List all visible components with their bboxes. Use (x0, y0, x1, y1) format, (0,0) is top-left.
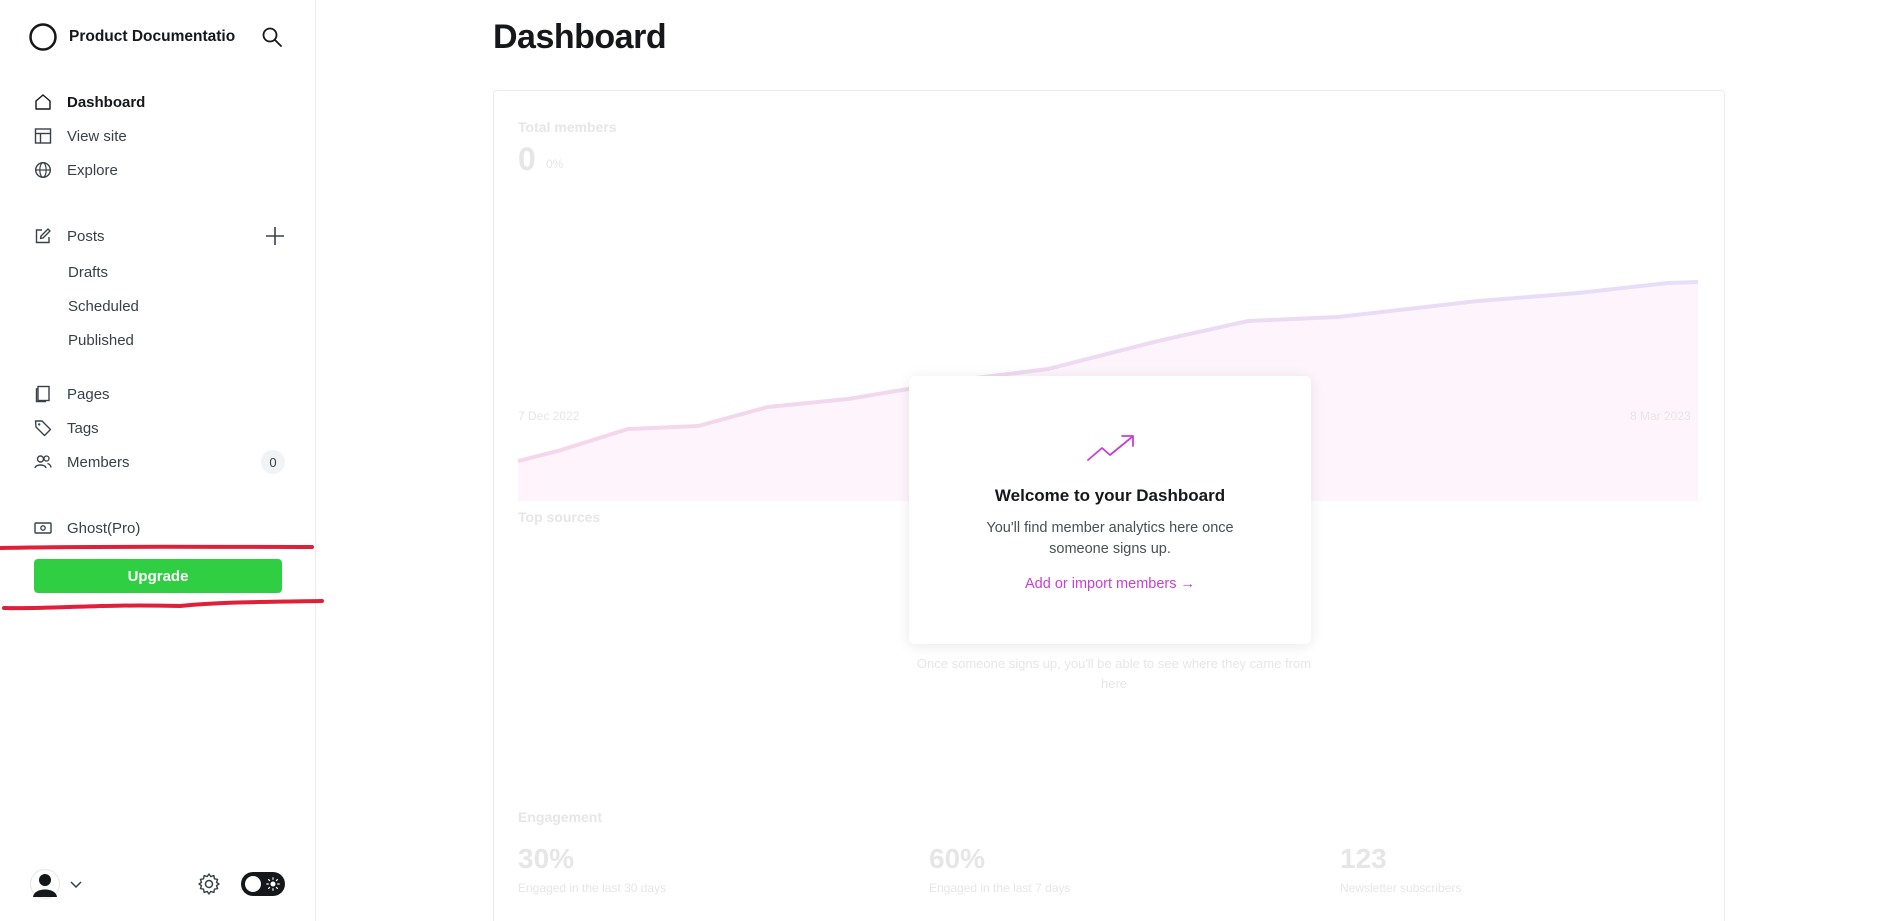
nav-members[interactable]: Members (33, 447, 130, 477)
nav-dashboard-label: Dashboard (67, 93, 146, 111)
site-brand[interactable]: Product Documentatio (28, 22, 239, 52)
tag-icon (33, 418, 53, 438)
chart-date-end: 8 Mar 2023 (1630, 409, 1691, 423)
add-post-plus-icon[interactable] (264, 225, 286, 247)
nav-posts-label: Posts (67, 227, 105, 245)
nav-view-site-label: View site (67, 127, 127, 145)
members-icon (33, 452, 53, 472)
nav-posts[interactable]: Posts (33, 221, 105, 251)
welcome-card: Welcome to your Dashboard You'll find me… (909, 376, 1311, 644)
nav-explore[interactable]: Explore (33, 155, 118, 185)
edit-icon (33, 226, 53, 246)
engagement-label: Engagement (518, 809, 603, 825)
chart-date-start: 7 Dec 2022 (518, 409, 580, 423)
add-import-members-link[interactable]: Add or import members → (909, 576, 1311, 592)
nav-published[interactable]: Published (68, 327, 134, 353)
globe-icon (33, 160, 53, 180)
welcome-title: Welcome to your Dashboard (994, 486, 1226, 505)
toggle-knob (245, 876, 261, 892)
page-icon (33, 384, 53, 404)
nav-dashboard[interactable]: Dashboard (33, 87, 145, 117)
total-members-change: 0% (546, 157, 564, 171)
top-sources-label: Top sources (518, 509, 601, 525)
metric-caption: Newsletter subscribers (1340, 881, 1462, 895)
metric-value: 30% (518, 843, 575, 874)
nav-view-site[interactable]: View site (33, 121, 127, 151)
trend-up-icon (1087, 435, 1134, 461)
search-icon[interactable] (261, 26, 283, 48)
page-title: Dashboard (493, 18, 667, 56)
top-sources-empty: Once someone signs up, you'll be able to… (916, 656, 1312, 691)
nav-drafts[interactable]: Drafts (68, 259, 108, 285)
metric-caption: Engaged in the last 7 days (929, 881, 1071, 895)
nav-members-label: Members (67, 453, 130, 471)
nav-ghost-pro-label: Ghost(Pro) (67, 519, 141, 537)
billing-icon (33, 518, 53, 538)
metric-value: 60% (929, 843, 986, 874)
nav-explore-label: Explore (67, 161, 118, 179)
sidebar: Product Documentatio Dashboard View site… (0, 0, 324, 921)
user-avatar-icon[interactable] (30, 869, 60, 899)
nav-ghost-pro[interactable]: Ghost(Pro) (33, 513, 140, 543)
nav-tags-label: Tags (67, 419, 99, 437)
sun-icon (266, 877, 280, 891)
nav-pages[interactable]: Pages (33, 379, 110, 409)
nav-tags[interactable]: Tags (33, 413, 99, 443)
total-members-value: 0 (518, 141, 536, 177)
metric-value: 123 (1340, 843, 1387, 874)
nav-pages-label: Pages (67, 385, 110, 403)
dark-mode-toggle[interactable] (241, 872, 285, 896)
welcome-body: You'll find member analytics here once s… (986, 520, 1234, 557)
site-name: Product Documentatio (69, 28, 236, 45)
upgrade-button[interactable]: Upgrade (34, 559, 282, 593)
layout-icon (33, 126, 53, 146)
chevron-down-icon[interactable] (68, 876, 84, 892)
nav-scheduled[interactable]: Scheduled (68, 293, 139, 319)
gear-icon[interactable] (197, 872, 221, 896)
members-count-badge: 0 (261, 450, 285, 474)
app-window: Product Documentatio Dashboard View site… (0, 0, 1885, 921)
site-logo-icon (29, 23, 57, 51)
metric-caption: Engaged in the last 30 days (518, 881, 667, 895)
total-members-label: Total members (518, 119, 617, 135)
home-icon (33, 92, 53, 112)
